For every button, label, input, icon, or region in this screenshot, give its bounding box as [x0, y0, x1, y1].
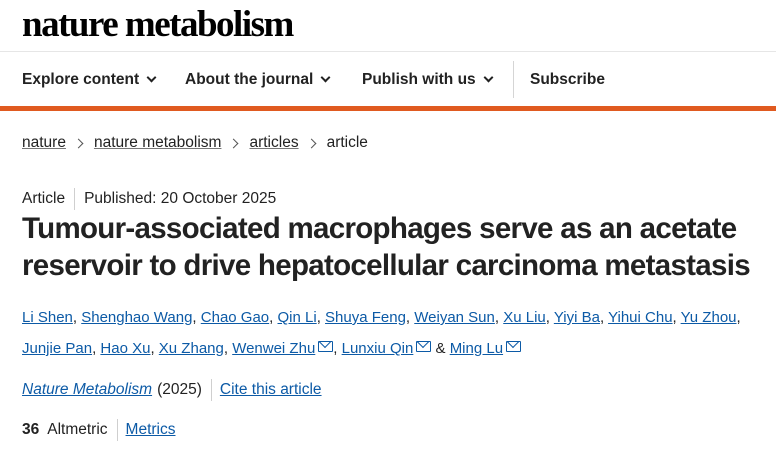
- chevron-right-icon: [73, 138, 84, 148]
- author-separator: ,: [405, 309, 415, 326]
- author-separator: &: [431, 340, 450, 357]
- author-link[interactable]: Weiyan Sun: [414, 309, 495, 326]
- author-separator: ,: [494, 309, 504, 326]
- author-entry: Lunxiu Qin &: [342, 340, 450, 357]
- metrics-divider: [116, 419, 118, 441]
- email-icon[interactable]: [416, 341, 432, 352]
- author-entry: Shenghao Wang,: [81, 309, 201, 326]
- author-entry: Xu Liu,: [503, 309, 554, 326]
- chevron-down-icon: [146, 72, 157, 83]
- author-link[interactable]: Qin Li: [278, 309, 317, 326]
- author-separator: ,: [192, 309, 201, 326]
- author-link[interactable]: Ming Lu: [450, 340, 503, 357]
- article-type: Article: [22, 190, 66, 207]
- author-separator: ,: [545, 309, 554, 326]
- site-logo[interactable]: nature metabolism: [22, 3, 294, 47]
- author-separator: ,: [736, 309, 741, 326]
- subscribe-link[interactable]: Subscribe: [530, 53, 605, 106]
- breadcrumb-nature-metabolism[interactable]: nature metabolism: [94, 134, 222, 152]
- metrics-line: 36 Altmetric Metrics: [22, 419, 176, 441]
- breadcrumb-nature[interactable]: nature: [22, 134, 66, 152]
- chevron-down-icon: [320, 72, 331, 83]
- author-link[interactable]: Hao Xu: [100, 340, 150, 357]
- author-entry: Ming Lu: [450, 340, 522, 357]
- article-title: Tumour-associated macrophages serve as a…: [22, 212, 751, 282]
- author-entry: Junjie Pan,: [22, 340, 100, 357]
- breadcrumb-articles[interactable]: articles: [249, 134, 298, 152]
- author-entry: Qin Li,: [278, 309, 326, 326]
- author-separator: ,: [223, 340, 233, 357]
- breadcrumb: nature nature metabolism articles articl…: [22, 132, 368, 154]
- nav-about-journal[interactable]: About the journal: [185, 53, 331, 106]
- author-list: Li Shen, Shenghao Wang, Chao Gao, Qin Li…: [22, 302, 772, 364]
- author-entry: Xu Zhang,: [159, 340, 232, 357]
- chevron-right-icon: [306, 138, 317, 148]
- nav-divider: [513, 61, 514, 98]
- author-link[interactable]: Shuya Feng: [325, 309, 406, 326]
- author-link[interactable]: Yiyi Ba: [554, 309, 600, 326]
- altmetric-score: 36: [22, 421, 40, 438]
- author-link[interactable]: Xu Zhang: [159, 340, 224, 357]
- author-link[interactable]: Wenwei Zhu: [232, 340, 315, 357]
- masthead: nature metabolism: [0, 0, 776, 52]
- author-link[interactable]: Yu Zhou: [681, 309, 737, 326]
- author-separator: ,: [150, 340, 159, 357]
- main-nav: Explore content About the journal Publis…: [0, 53, 776, 106]
- nav-explore-content[interactable]: Explore content: [22, 53, 157, 106]
- article-meta: Article Published: 20 October 2025: [22, 188, 276, 210]
- chevron-right-icon: [229, 138, 239, 148]
- author-entry: Weiyan Sun,: [414, 309, 503, 326]
- author-separator: ,: [333, 340, 342, 357]
- author-entry: Yiyi Ba,: [554, 309, 608, 326]
- author-separator: ,: [72, 309, 82, 326]
- author-link[interactable]: Yihui Chu: [608, 309, 672, 326]
- altmetric-label[interactable]: Altmetric: [47, 421, 107, 439]
- nav-about-journal-label: About the journal: [185, 70, 314, 88]
- nav-publish-with-us[interactable]: Publish with us: [362, 53, 494, 106]
- author-link[interactable]: Shenghao Wang: [81, 309, 192, 326]
- author-entry: Yu Zhou,: [681, 309, 741, 326]
- author-link[interactable]: Li Shen: [22, 309, 73, 326]
- email-icon[interactable]: [318, 341, 334, 352]
- author-separator: ,: [672, 309, 681, 326]
- author-link[interactable]: Lunxiu Qin: [342, 340, 414, 357]
- breadcrumb-current: article: [326, 134, 368, 151]
- author-separator: ,: [269, 309, 278, 326]
- accent-bar: [0, 106, 776, 111]
- meta-divider: [74, 188, 76, 210]
- author-entry: Chao Gao,: [201, 309, 278, 326]
- publication-year: (2025): [157, 381, 202, 398]
- journal-link[interactable]: Nature Metabolism: [22, 381, 152, 399]
- author-entry: Shuya Feng,: [325, 309, 414, 326]
- author-link[interactable]: Chao Gao: [201, 309, 269, 326]
- author-entry: Hao Xu,: [100, 340, 158, 357]
- author-link[interactable]: Xu Liu: [503, 309, 546, 326]
- chevron-down-icon: [483, 72, 494, 83]
- citation-divider: [210, 379, 212, 401]
- author-entry: Li Shen,: [22, 309, 81, 326]
- cite-article-link[interactable]: Cite this article: [220, 381, 322, 399]
- author-separator: ,: [316, 309, 326, 326]
- nav-publish-with-us-label: Publish with us: [362, 70, 476, 88]
- author-entry: Yihui Chu,: [608, 309, 681, 326]
- nav-explore-content-label: Explore content: [22, 70, 140, 88]
- citation-line: Nature Metabolism (2025) Cite this artic…: [22, 379, 322, 401]
- author-separator: ,: [599, 309, 609, 326]
- author-entry: Wenwei Zhu,: [232, 340, 341, 357]
- author-link[interactable]: Junjie Pan: [22, 340, 92, 357]
- email-icon[interactable]: [506, 341, 522, 352]
- metrics-link[interactable]: Metrics: [126, 421, 176, 439]
- published-date: Published: 20 October 2025: [84, 190, 277, 207]
